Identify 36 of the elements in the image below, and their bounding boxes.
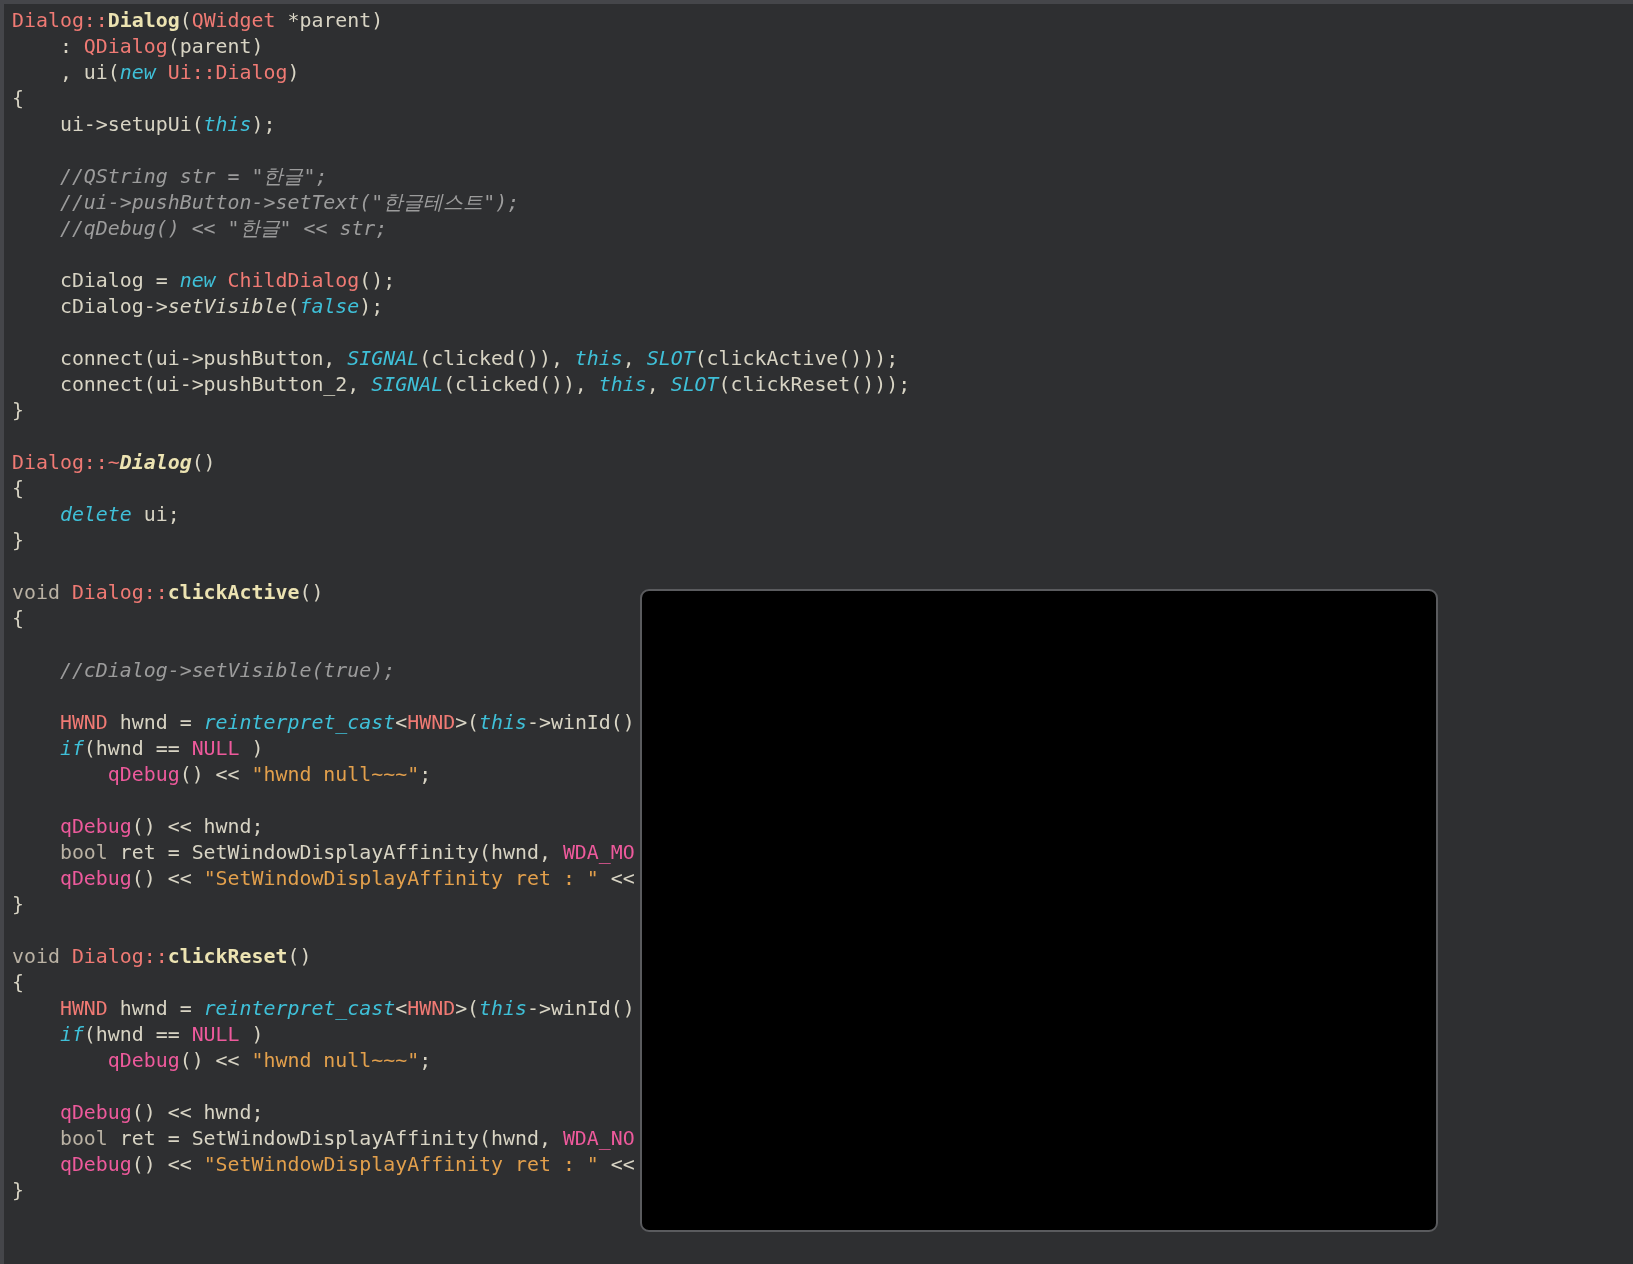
code-line: } <box>12 1178 24 1204</box>
code-line: void Dialog::clickReset() <box>12 944 312 970</box>
code-line: { <box>12 86 24 112</box>
code-line: Dialog::~Dialog() <box>12 450 216 476</box>
code-line: delete ui; <box>58 502 180 528</box>
code-line: cDialog = new ChildDialog(); <box>58 268 396 294</box>
code-line: if(hwnd == NULL ) <box>58 736 264 762</box>
code-line: { <box>12 606 24 632</box>
code-line: qDebug() << "hwnd null~~~"; <box>106 1048 432 1074</box>
code-line: connect(ui->pushButton, SIGNAL(clicked()), this, SLOT(clickActive())); <box>58 346 899 372</box>
code-line: void Dialog::clickActive() <box>12 580 324 606</box>
code-line: HWND hwnd = reinterpret_cast<HWND>(this->winId() <box>58 996 635 1022</box>
code-line: connect(ui->pushButton_2, SIGNAL(clicked()), this, SLOT(clickReset())); <box>58 372 911 398</box>
code-line: } <box>12 892 24 918</box>
code-line: qDebug() << hwnd; <box>58 814 264 840</box>
code-line: qDebug() << "SetWindowDisplayAffinity ret : " << <box>58 1152 635 1178</box>
code-line: { <box>12 476 24 502</box>
code-line: bool ret = SetWindowDisplayAffinity(hwnd, WDA_MO <box>58 840 635 866</box>
code-line: : QDialog(parent) <box>58 34 264 60</box>
code-line: if(hwnd == NULL ) <box>58 1022 264 1048</box>
code-line: //ui->pushButton->setText("한글테스트"); <box>58 190 520 216</box>
code-line: cDialog->setVisible(false); <box>58 294 384 320</box>
code-line: } <box>12 398 24 424</box>
code-line: //QString str = "한글"; <box>58 164 328 190</box>
code-line: //qDebug() << "한글" << str; <box>58 216 388 242</box>
code-line: HWND hwnd = reinterpret_cast<HWND>(this->winId() <box>58 710 635 736</box>
code-line: ui->setupUi(this); <box>58 112 276 138</box>
code-line: qDebug() << "hwnd null~~~"; <box>106 762 432 788</box>
code-line: //cDialog->setVisible(true); <box>58 658 396 684</box>
code-line: , ui(new Ui::Dialog) <box>58 60 300 86</box>
code-line: bool ret = SetWindowDisplayAffinity(hwnd, WDA_NO <box>58 1126 635 1152</box>
code-line: { <box>12 970 24 996</box>
code-line: qDebug() << "SetWindowDisplayAffinity ret : " << <box>58 866 635 892</box>
code-line: qDebug() << hwnd; <box>58 1100 264 1126</box>
code-line: Dialog::Dialog(QWidget *parent) <box>12 8 384 34</box>
code-line: } <box>12 528 24 554</box>
